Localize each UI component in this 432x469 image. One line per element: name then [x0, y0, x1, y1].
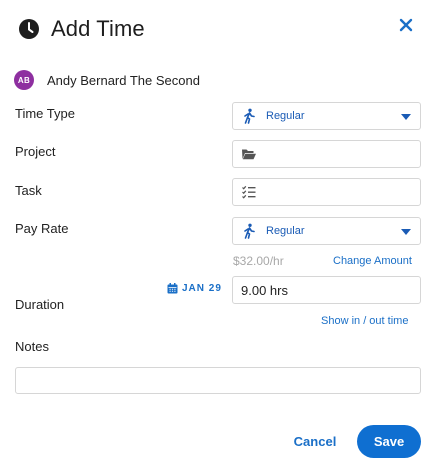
clock-icon — [19, 19, 39, 39]
project-select[interactable] — [232, 140, 421, 168]
dialog-header: Add Time — [18, 14, 145, 44]
project-label: Project — [15, 144, 56, 159]
caret-down-icon — [401, 114, 411, 120]
save-button[interactable]: Save — [357, 425, 421, 458]
walking-person-icon — [244, 223, 255, 239]
notes-field[interactable] — [15, 367, 421, 394]
pay-rate-value: Regular — [266, 225, 305, 237]
close-icon[interactable] — [398, 17, 414, 33]
time-type-select[interactable]: Regular — [232, 102, 421, 130]
date-value: JAN 29 — [182, 283, 222, 294]
duration-label: Duration — [15, 297, 65, 312]
notes-input[interactable] — [16, 368, 420, 393]
duration-field[interactable] — [232, 276, 421, 304]
folder-open-icon — [242, 149, 256, 160]
change-amount-link[interactable]: Change Amount — [333, 255, 412, 267]
pay-rate-amount: $32.00/hr — [233, 254, 284, 268]
caret-down-icon — [401, 229, 411, 235]
time-type-label: Time Type — [15, 106, 75, 121]
time-type-value: Regular — [266, 110, 305, 122]
duration-input[interactable] — [241, 282, 401, 298]
date-chip[interactable]: JAN 29 — [167, 283, 222, 294]
show-in-out-time-link[interactable]: Show in / out time — [321, 315, 408, 327]
task-label: Task — [15, 183, 42, 198]
employee-row: AB Andy Bernard The Second — [14, 70, 200, 90]
dialog-title: Add Time — [51, 16, 145, 41]
task-list-icon — [242, 185, 256, 199]
cancel-button[interactable]: Cancel — [289, 428, 341, 454]
walking-person-icon — [244, 108, 255, 124]
task-select[interactable] — [232, 178, 421, 206]
notes-label: Notes — [15, 339, 49, 354]
pay-rate-label: Pay Rate — [15, 221, 69, 236]
pay-rate-select[interactable]: Regular — [232, 217, 421, 245]
avatar: AB — [14, 70, 34, 90]
calendar-icon — [167, 283, 178, 294]
employee-name: Andy Bernard The Second — [47, 72, 200, 88]
